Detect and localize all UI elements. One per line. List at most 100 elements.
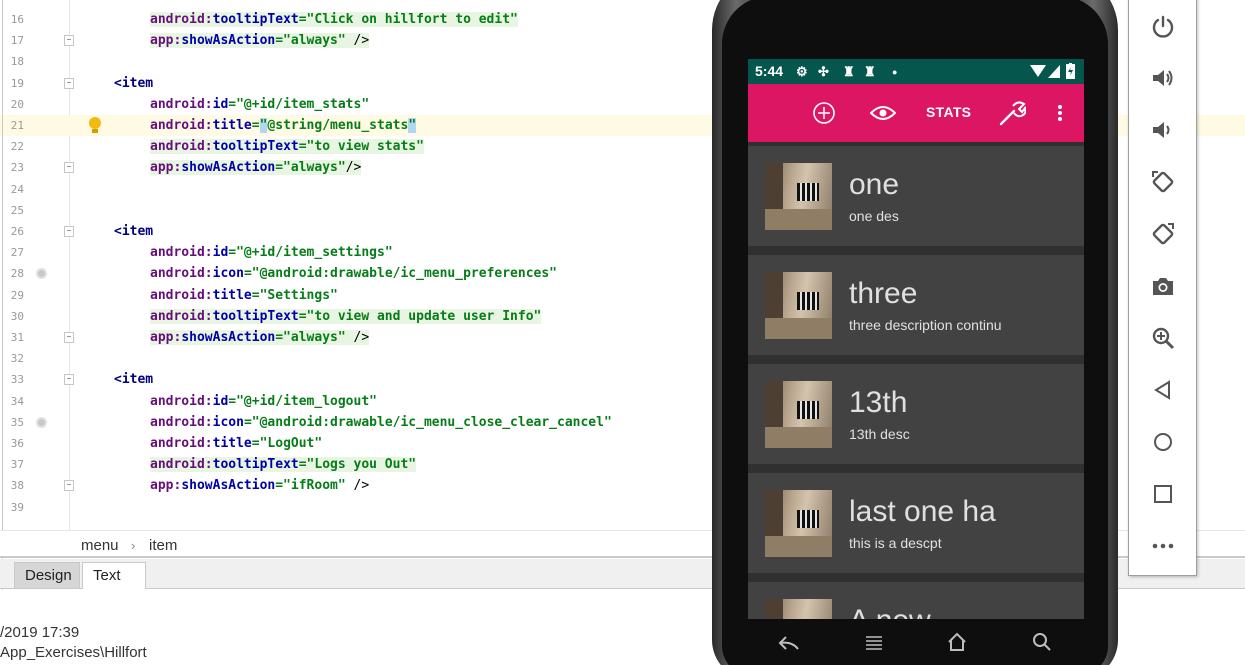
hillfort-card[interactable]: A new	[748, 582, 1084, 619]
code-text: android:title="@string/menu_stats"	[150, 117, 417, 134]
code-token: ="Logs you Out"	[298, 457, 417, 473]
status-project-path: App_Exercises\Hillfort	[0, 644, 147, 661]
phone-nav-bar	[748, 619, 1084, 665]
stats-menu-button[interactable]: STATS	[926, 104, 971, 120]
hillfort-card[interactable]: three three description continu	[748, 255, 1084, 355]
fold-marker-icon[interactable]	[64, 162, 74, 174]
power-icon[interactable]	[1145, 9, 1181, 45]
code-token: ="LogOut"	[251, 436, 323, 451]
menu-icon[interactable]	[865, 635, 883, 651]
back-triangle-icon[interactable]	[1145, 372, 1181, 408]
tab-design[interactable]: Design	[14, 562, 80, 589]
code-text: android:id="@+id/item_logout"	[150, 393, 377, 410]
hillfort-card[interactable]: 13th 13th desc	[748, 364, 1084, 464]
code-token: android:	[150, 266, 213, 282]
line-number: 38	[10, 479, 24, 493]
code-token: ="@android:drawable/ic_menu_close_clear_…	[243, 414, 612, 430]
code-token: android:	[150, 12, 213, 27]
fold-marker-icon[interactable]	[64, 480, 74, 492]
home-icon[interactable]	[947, 632, 967, 651]
lightbulb-icon[interactable]	[88, 117, 101, 134]
hillfort-title: three	[849, 277, 918, 310]
sync-icon: ✣	[818, 64, 829, 79]
code-token: icon	[212, 266, 244, 282]
fold-marker-icon[interactable]	[64, 77, 74, 89]
line-number: 18	[10, 55, 24, 69]
more-icon[interactable]	[1145, 528, 1181, 564]
code-token: tooltipText	[212, 308, 299, 324]
wrench-icon[interactable]	[998, 100, 1026, 126]
breadcrumb-separator: ›	[131, 538, 136, 553]
code-text: android:tooltipText="Click on hillfort t…	[150, 11, 518, 28]
code-token: showAsAction	[181, 160, 276, 176]
code-text: app:showAsAction="ifRoom" />	[150, 477, 369, 494]
rotate-left-icon[interactable]	[1145, 164, 1181, 200]
code-token: showAsAction	[181, 478, 276, 494]
code-token: android:	[150, 308, 213, 324]
code-token: id	[212, 245, 229, 261]
volume-up-icon[interactable]	[1145, 60, 1181, 96]
breadcrumb-menu[interactable]: menu	[81, 537, 119, 554]
code-token: app:	[150, 330, 182, 345]
rotate-right-icon[interactable]	[1145, 216, 1181, 252]
hillfort-card[interactable]: one one des	[748, 146, 1084, 246]
code-token: />	[345, 330, 370, 345]
dot-icon: ●	[892, 67, 898, 77]
code-text: android:icon="@android:drawable/ic_menu_…	[150, 265, 557, 282]
code-text: android:tooltipText="to view and update …	[150, 308, 542, 325]
hillfort-image	[765, 599, 832, 619]
code-text: <item	[114, 223, 153, 240]
breadcrumb-item[interactable]: item	[149, 537, 177, 554]
hillfort-description: this is a descpt	[849, 535, 942, 551]
back-icon[interactable]	[778, 635, 800, 651]
phone-screen[interactable]: 5:44 ⚙ ✣ ♜ ♜ ● STATS one one des three thre…	[748, 59, 1084, 619]
add-icon[interactable]	[813, 102, 835, 124]
code-token: app:	[150, 478, 182, 494]
code-text: android:title="Settings"	[150, 287, 338, 304]
hillfort-image	[765, 490, 832, 557]
code-token: ="@+id/item_stats"	[228, 96, 370, 112]
code-token: android:	[150, 118, 213, 133]
search-icon[interactable]	[1032, 632, 1051, 651]
line-number: 26	[10, 225, 24, 238]
line-number: 28	[10, 267, 24, 281]
line-number: 33	[10, 373, 24, 387]
line-number: 27	[10, 246, 24, 260]
code-token: <item	[114, 75, 154, 91]
line-number: 24	[10, 182, 24, 196]
home-circle-icon[interactable]	[1145, 424, 1181, 460]
zoom-in-icon[interactable]	[1145, 320, 1181, 356]
fold-marker-icon[interactable]	[64, 374, 74, 386]
code-text: app:showAsAction="always" />	[150, 32, 370, 49]
wifi-icon	[1030, 65, 1046, 77]
code-token: android:	[150, 245, 213, 261]
camera-icon[interactable]	[1145, 268, 1181, 304]
hillfort-image	[765, 163, 832, 230]
fold-marker-icon[interactable]	[64, 226, 74, 237]
code-token: "	[408, 118, 417, 133]
line-number: 39	[10, 500, 24, 514]
tab-text[interactable]: Text	[82, 562, 146, 589]
hillfort-title: last one ha	[849, 495, 996, 528]
android-status-bar: 5:44 ⚙ ✣ ♜ ♜ ●	[748, 59, 1084, 84]
hillfort-title: A new	[849, 604, 931, 619]
code-token: android:	[150, 414, 213, 430]
fold-marker-icon[interactable]	[64, 35, 74, 47]
line-number: 25	[10, 203, 24, 217]
emulator-toolbar	[1128, 0, 1197, 576]
code-token: ="to view and update user Info"	[298, 308, 542, 324]
code-token: android:	[150, 393, 213, 409]
hillfort-card[interactable]: last one ha this is a descpt	[748, 473, 1084, 573]
eye-icon[interactable]	[870, 105, 896, 121]
volume-down-icon[interactable]	[1145, 112, 1181, 148]
line-number: 17	[10, 34, 24, 48]
drawable-preview-icon[interactable]	[36, 268, 47, 280]
line-number: 34	[10, 394, 24, 408]
code-token: android:	[150, 139, 213, 155]
code-token: ="@+id/item_logout"	[228, 393, 377, 409]
drawable-preview-icon[interactable]	[36, 416, 47, 428]
overflow-menu-icon[interactable]	[1057, 104, 1063, 122]
code-token: android:	[150, 436, 213, 451]
overview-square-icon[interactable]	[1145, 476, 1181, 512]
fold-marker-icon[interactable]	[64, 332, 74, 343]
